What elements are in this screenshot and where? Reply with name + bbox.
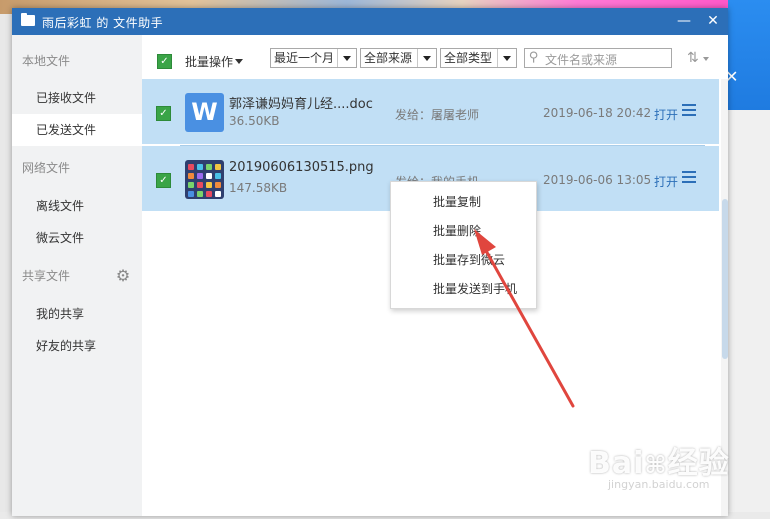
sidebar-section-network: 网络文件	[22, 161, 71, 175]
sidebar: 本地文件 已接收文件 已发送文件 网络文件 离线文件 微云文件 共享文件 ⚙ 我…	[12, 35, 142, 516]
word-doc-icon: W	[185, 93, 224, 132]
file-date: 2019-06-06 13:05	[543, 173, 652, 187]
sidebar-item-offline[interactable]: 离线文件	[12, 190, 142, 222]
title-bar[interactable]: 雨后彩虹 的 文件助手 — ✕	[12, 8, 728, 35]
time-filter-value: 最近一个月	[274, 51, 335, 65]
search-icon: ⚲	[529, 50, 539, 65]
desktop-background-right	[728, 0, 770, 110]
row-checkbox[interactable]: ✓	[156, 106, 171, 121]
batch-operation-menu[interactable]: 批量操作	[185, 53, 244, 70]
baidu-watermark: Bai⌘经验 jingyan.baidu.com	[588, 438, 730, 491]
sidebar-item-my-share[interactable]: 我的共享	[12, 298, 142, 330]
type-filter-select[interactable]: 全部类型	[440, 48, 517, 68]
desktop-background-left	[0, 14, 12, 519]
folder-icon	[21, 13, 35, 26]
hamburger-menu-icon[interactable]	[682, 104, 696, 116]
dropdown-arrow-icon	[497, 49, 516, 67]
minimize-button[interactable]: —	[675, 11, 693, 31]
dropdown-arrow-icon	[337, 49, 356, 67]
file-name: 20190606130515.png	[229, 160, 374, 175]
menu-item-batch-save-weiyun[interactable]: 批量存到微云	[391, 246, 536, 275]
sidebar-section-share: 共享文件	[22, 269, 71, 283]
dropdown-arrow-icon	[417, 49, 436, 67]
scrollbar-thumb[interactable]	[722, 199, 728, 359]
watermark-logo: Bai⌘经验	[588, 446, 730, 481]
search-input[interactable]: ⚲ 文件名或来源	[524, 48, 672, 68]
file-size: 36.50KB	[229, 114, 280, 128]
sidebar-section-local: 本地文件	[22, 54, 71, 68]
type-filter-value: 全部类型	[444, 51, 493, 65]
image-thumbnail-icon	[185, 160, 224, 199]
file-recipient: 发给：屠屠老师	[395, 108, 480, 122]
file-size: 147.58KB	[229, 181, 288, 195]
sidebar-item-sent[interactable]: 已发送文件	[12, 114, 142, 146]
source-filter-select[interactable]: 全部来源	[360, 48, 437, 68]
desktop-background-right-lower	[728, 110, 770, 519]
sort-caret-icon[interactable]	[703, 57, 709, 61]
row-checkbox[interactable]: ✓	[156, 173, 171, 188]
time-filter-select[interactable]: 最近一个月	[270, 48, 357, 68]
close-button[interactable]: ✕	[704, 11, 722, 31]
open-link[interactable]: 打开	[654, 173, 678, 190]
toolbar: ✓ 批量操作 最近一个月 全部来源 全部类型 ⚲ 文件名或来源 ⇅	[142, 35, 728, 79]
watermark-url: jingyan.baidu.com	[608, 478, 710, 491]
menu-item-batch-delete[interactable]: 批量删除	[391, 217, 536, 246]
gear-icon[interactable]: ⚙	[114, 267, 132, 285]
sidebar-item-weiyun[interactable]: 微云文件	[12, 222, 142, 254]
select-all-checkbox[interactable]: ✓	[157, 54, 172, 69]
menu-item-batch-send-phone[interactable]: 批量发送到手机	[391, 275, 536, 304]
open-link[interactable]: 打开	[654, 106, 678, 123]
search-placeholder: 文件名或来源	[545, 53, 618, 67]
source-filter-value: 全部来源	[364, 51, 413, 65]
batch-operation-label: 批量操作	[185, 55, 234, 69]
file-row[interactable]: ✓ W 郭泽谦妈妈育儿经....doc 36.50KB 发给：屠屠老师 2019…	[142, 79, 719, 144]
context-menu: 批量复制 批量删除 批量存到微云 批量发送到手机	[390, 181, 537, 309]
sort-icon[interactable]: ⇅	[687, 49, 699, 67]
caret-down-icon	[235, 59, 244, 64]
file-date: 2019-06-18 20:42	[543, 106, 652, 120]
file-name: 郭泽谦妈妈育儿经....doc	[229, 97, 373, 112]
sidebar-item-received[interactable]: 已接收文件	[12, 82, 142, 114]
menu-item-batch-copy[interactable]: 批量复制	[391, 188, 536, 217]
hamburger-menu-icon[interactable]	[682, 171, 696, 183]
sidebar-item-friends-share[interactable]: 好友的共享	[12, 330, 142, 362]
window-title: 雨后彩虹 的 文件助手	[42, 16, 164, 30]
